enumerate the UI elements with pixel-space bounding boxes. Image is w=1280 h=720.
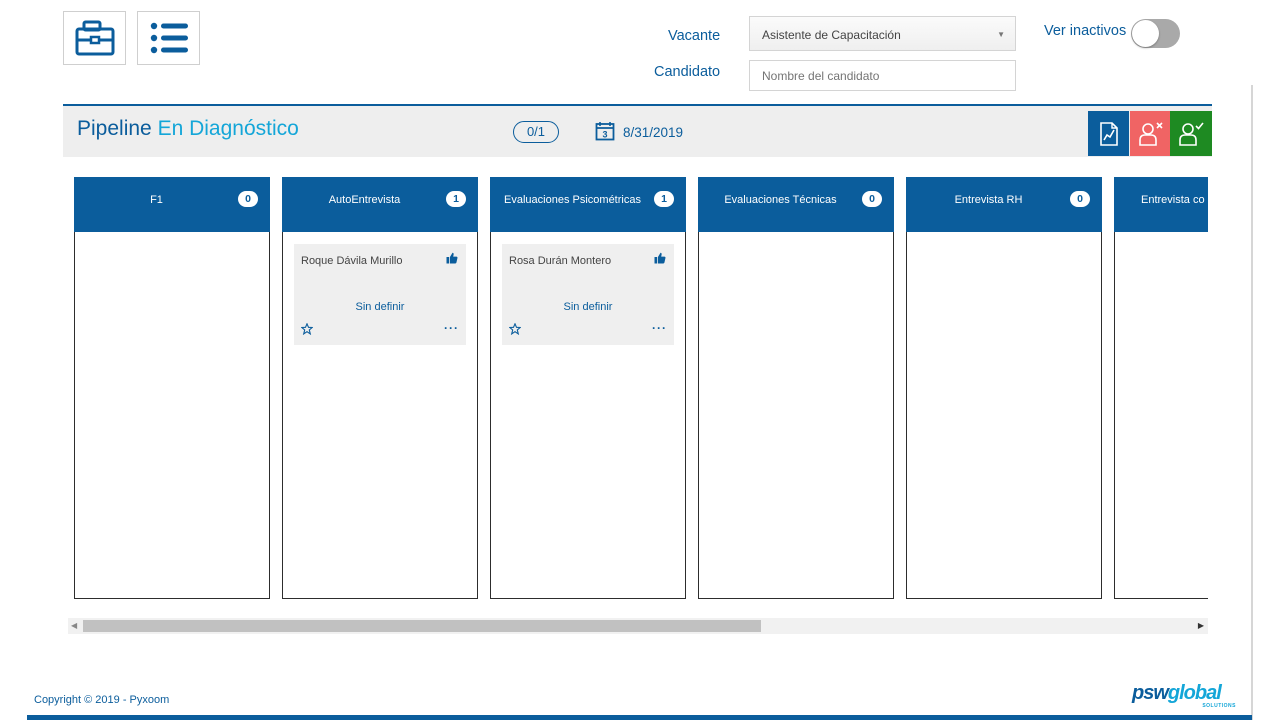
stage-column-entrevista-rh: Entrevista RH 0	[906, 177, 1102, 599]
more-options-icon[interactable]: ···	[652, 321, 667, 335]
star-icon[interactable]	[509, 323, 521, 335]
candidate-card[interactable]: Rosa Durán Montero Sin definir ···	[502, 244, 674, 345]
copyright-text: Copyright © 2019 - Pyxoom	[34, 694, 170, 706]
stage-column-entrevista-co: Entrevista co	[1114, 177, 1208, 599]
column-count-badge: 0	[1070, 191, 1090, 207]
brand-global: global	[1167, 682, 1222, 704]
candidate-label: Candidato	[654, 64, 721, 80]
column-title: AutoEntrevista	[328, 194, 401, 206]
dropdown-arrow-icon: ▼	[997, 30, 1005, 39]
candidate-search-input[interactable]	[749, 60, 1016, 91]
pipeline-title-prefix: Pipeline	[77, 117, 152, 140]
scrollbar-thumb[interactable]	[83, 620, 761, 632]
column-header: Evaluaciones Técnicas 0	[698, 177, 894, 232]
pipeline-counter: 0/1	[513, 121, 559, 143]
vacancies-button[interactable]	[63, 11, 126, 65]
brand-logo: pswglobal SOLUTIONS	[1132, 682, 1242, 710]
brand-psw: psw	[1132, 682, 1169, 704]
vacancy-select[interactable]: Asistente de Capacitación ▼	[749, 16, 1016, 51]
accept-candidate-button[interactable]	[1170, 111, 1212, 156]
column-header: F1 0	[74, 177, 270, 232]
star-icon[interactable]	[301, 323, 313, 335]
pipeline-stage-name: En Diagnóstico	[157, 117, 299, 140]
stage-column-evaluaciones-psicometricas: Evaluaciones Psicométricas 1 Rosa Durán …	[490, 177, 686, 599]
briefcase-icon	[75, 20, 114, 56]
pipeline-date: 8/31/2019	[623, 125, 684, 140]
svg-text:3: 3	[602, 130, 607, 140]
candidate-status[interactable]: Sin definir	[294, 301, 466, 313]
vacancy-select-value: Asistente de Capacitación	[762, 28, 901, 42]
column-title: F1	[150, 194, 163, 206]
brand-subtitle: SOLUTIONS	[1202, 703, 1236, 709]
column-header: Evaluaciones Psicométricas 1	[490, 177, 686, 232]
column-title: Entrevista co	[1141, 194, 1205, 206]
thumbs-up-icon[interactable]	[654, 252, 666, 264]
candidate-status[interactable]: Sin definir	[502, 301, 674, 313]
pipeline-title: Pipeline En Diagnóstico	[77, 117, 299, 141]
user-accept-icon	[1179, 121, 1204, 146]
column-count-badge: 1	[446, 191, 466, 207]
show-inactive-label: Ver inactivos	[1044, 23, 1127, 39]
candidate-card[interactable]: Roque Dávila Murillo Sin definir ···	[294, 244, 466, 345]
brand-wordmark: pswglobal	[1132, 682, 1222, 705]
reject-candidate-button[interactable]	[1130, 111, 1171, 156]
page-edge	[1251, 85, 1253, 720]
column-title: Evaluaciones Psicométricas	[504, 194, 641, 206]
candidate-name: Roque Dávila Murillo	[301, 255, 403, 267]
thumbs-up-icon[interactable]	[446, 252, 458, 264]
report-button[interactable]	[1088, 111, 1129, 156]
vacancy-label: Vacante	[668, 28, 721, 44]
user-reject-icon	[1138, 121, 1163, 146]
stage-column-f1: F1 0	[74, 177, 270, 599]
pipeline-header: Pipeline En Diagnóstico 0/1 3 8/31/2019	[63, 104, 1212, 157]
board-horizontal-scrollbar[interactable]: ◀ ▶	[68, 618, 1208, 634]
column-title: Entrevista RH	[954, 194, 1023, 206]
toggle-knob	[1132, 20, 1159, 47]
column-header: AutoEntrevista 1	[282, 177, 478, 232]
report-chart-icon	[1099, 121, 1118, 146]
stage-column-evaluaciones-tecnicas: Evaluaciones Técnicas 0	[698, 177, 894, 599]
column-title: Evaluaciones Técnicas	[724, 194, 837, 206]
column-count-badge: 0	[238, 191, 258, 207]
pipeline-board: F1 0 AutoEntrevista 1 Roque Dávila Muril…	[74, 177, 1208, 600]
more-options-icon[interactable]: ···	[444, 321, 459, 335]
column-header: Entrevista co	[1114, 177, 1208, 232]
column-count-badge: 0	[862, 191, 882, 207]
column-count-badge: 1	[654, 191, 674, 207]
scroll-left-arrow-icon[interactable]: ◀	[71, 621, 77, 630]
list-icon	[150, 22, 188, 54]
show-inactive-toggle[interactable]	[1131, 19, 1180, 48]
candidate-name: Rosa Durán Montero	[509, 255, 612, 267]
scroll-right-arrow-icon[interactable]: ▶	[1198, 621, 1204, 630]
footer-bar	[27, 715, 1252, 720]
stage-column-autoentrevista: AutoEntrevista 1 Roque Dávila Murillo Si…	[282, 177, 478, 599]
list-view-button[interactable]	[137, 11, 200, 65]
calendar-icon: 3	[595, 122, 615, 141]
column-header: Entrevista RH 0	[906, 177, 1102, 232]
